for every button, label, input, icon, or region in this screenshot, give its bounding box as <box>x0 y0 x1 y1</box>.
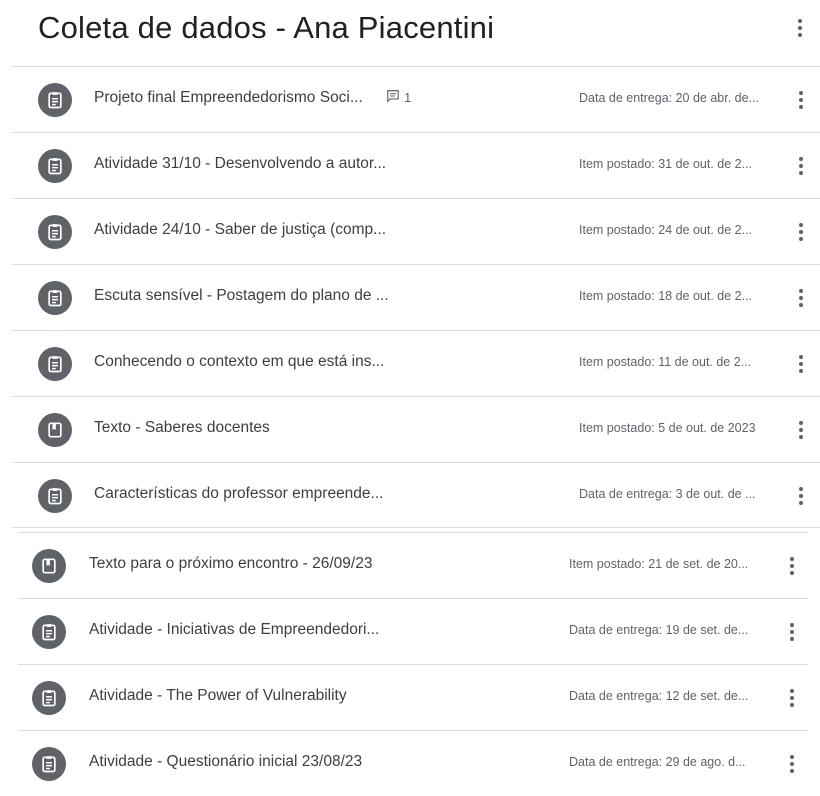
section-divider <box>12 527 820 528</box>
item-title: Conhecendo o contexto em que está ins... <box>94 353 385 370</box>
assignment-icon <box>38 215 72 249</box>
item-status: Item postado: 24 de out. de 2... <box>579 223 753 237</box>
topic-header: Coleta de dados - Ana Piacentini <box>0 0 820 66</box>
item-more-options-button[interactable] <box>780 749 804 779</box>
item-status: Item postado: 31 de out. de 2... <box>579 157 753 171</box>
item-more-options-button[interactable] <box>780 683 804 713</box>
item-more-options-button[interactable] <box>789 217 813 247</box>
item-title: Escuta sensível - Postagem do plano de .… <box>94 287 389 304</box>
assignment-icon <box>32 615 66 649</box>
list-item[interactable]: Projeto final Empreendedorismo Soci... 1 D… <box>12 66 820 132</box>
item-status: Item postado: 21 de set. de 20... <box>569 557 749 571</box>
comment-count: 1 <box>386 89 411 106</box>
list-item[interactable]: Escuta sensível - Postagem do plano de .… <box>12 264 820 330</box>
list-item[interactable]: Atividade - Iniciativas de Empreendedori… <box>18 598 808 664</box>
item-title: Características do professor empreende..… <box>94 485 384 502</box>
item-title: Atividade - Iniciativas de Empreendedori… <box>89 621 380 638</box>
item-status: Item postado: 11 de out. de 2... <box>579 355 752 369</box>
item-more-options-button[interactable] <box>780 551 804 581</box>
item-status: Data de entrega: 19 de set. de... <box>569 623 749 637</box>
assignment-icon <box>38 149 72 183</box>
item-status: Data de entrega: 12 de set. de... <box>569 689 749 703</box>
item-title: Texto para o próximo encontro - 26/09/23 <box>89 555 373 572</box>
item-title: Atividade - Questionário inicial 23/08/2… <box>89 753 363 770</box>
item-more-options-button[interactable] <box>789 481 813 511</box>
list-item[interactable]: Atividade - Questionário inicial 23/08/2… <box>18 730 808 796</box>
comment-icon <box>386 89 400 106</box>
assignment-icon <box>32 747 66 781</box>
item-more-options-button[interactable] <box>789 85 813 115</box>
list-item[interactable]: Atividade 31/10 - Desenvolvendo a autor.… <box>12 132 820 198</box>
item-title: Atividade - The Power of Vulnerability <box>89 687 347 704</box>
item-more-options-button[interactable] <box>789 415 813 445</box>
book-icon <box>38 413 72 447</box>
item-title: Projeto final Empreendedorismo Soci... <box>94 89 363 106</box>
item-status: Item postado: 5 de out. de 2023 <box>579 421 756 435</box>
item-title: Texto - Saberes docentes <box>94 419 270 436</box>
topic-title: Coleta de dados - Ana Piacentini <box>38 10 495 45</box>
item-title: Atividade 24/10 - Saber de justiça (comp… <box>94 221 387 238</box>
list-item[interactable]: Atividade 24/10 - Saber de justiça (comp… <box>12 198 820 264</box>
assignment-icon <box>32 681 66 715</box>
item-status: Data de entrega: 29 de ago. d... <box>569 755 746 769</box>
book-icon <box>32 549 66 583</box>
item-more-options-button[interactable] <box>780 617 804 647</box>
assignment-icon <box>38 83 72 117</box>
item-title: Atividade 31/10 - Desenvolvendo a autor.… <box>94 155 387 172</box>
item-more-options-button[interactable] <box>789 349 813 379</box>
list-item[interactable]: Texto para o próximo encontro - 26/09/23… <box>18 532 808 598</box>
list-item[interactable]: Texto - Saberes docentes Item postado: 5 … <box>12 396 820 462</box>
item-status: Item postado: 18 de out. de 2... <box>579 289 753 303</box>
list-item[interactable]: Conhecendo o contexto em que está ins...… <box>12 330 820 396</box>
list-item[interactable]: Características do professor empreende..… <box>12 462 820 528</box>
topic-more-options-button[interactable] <box>786 14 814 42</box>
item-status: Data de entrega: 20 de abr. de... <box>579 91 759 105</box>
item-status: Data de entrega: 3 de out. de ... <box>579 487 756 501</box>
assignment-icon <box>38 347 72 381</box>
item-more-options-button[interactable] <box>789 151 813 181</box>
comment-count-label: 1 <box>404 90 412 105</box>
assignment-icon <box>38 281 72 315</box>
item-more-options-button[interactable] <box>789 283 813 313</box>
assignment-icon <box>38 479 72 513</box>
list-item[interactable]: Atividade - The Power of Vulnerability Da… <box>18 664 808 730</box>
